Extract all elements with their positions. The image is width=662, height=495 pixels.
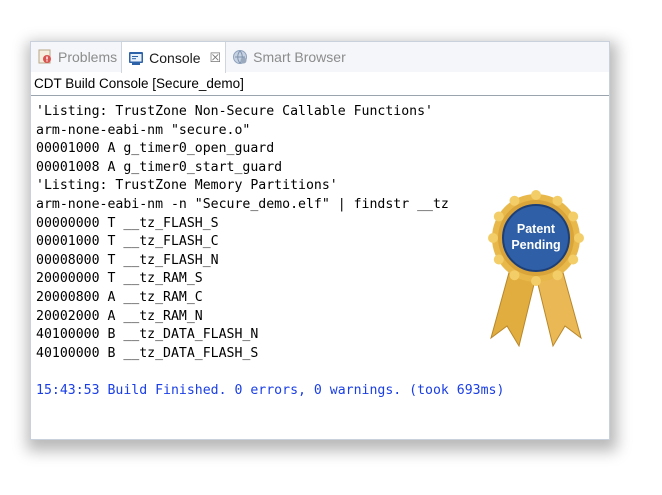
view-tab-bar: Problems Console ☒ Smart Browser — [31, 42, 609, 73]
console-title: CDT Build Console [Secure_demo] — [31, 73, 609, 96]
console-icon — [128, 50, 144, 66]
tab-smart-browser-label: Smart Browser — [253, 49, 346, 65]
tab-problems-label: Problems — [58, 49, 118, 65]
badge-line2: Pending — [511, 238, 560, 252]
tab-problems[interactable]: Problems — [31, 42, 121, 72]
smart-browser-icon — [232, 49, 248, 65]
console-line: arm-none-eabi-nm "secure.o" — [36, 122, 251, 138]
tab-console-label: Console — [149, 49, 201, 66]
build-status-line: 15:43:53 Build Finished. 0 errors, 0 war… — [36, 382, 505, 398]
console-line: 00001000 A g_timer0_open_guard — [36, 141, 275, 157]
console-line: 00001008 A g_timer0_start_guard — [36, 159, 283, 175]
patent-pending-badge: Patent Pending — [488, 190, 584, 348]
problems-icon — [37, 49, 53, 65]
tab-console[interactable]: Console ☒ — [121, 42, 227, 73]
badge-line1: Patent — [517, 222, 556, 236]
close-icon[interactable]: ☒ — [210, 50, 222, 66]
console-line: 'Listing: TrustZone Non-Secure Callable … — [36, 104, 433, 119]
tab-smart-browser[interactable]: Smart Browser — [226, 42, 350, 72]
